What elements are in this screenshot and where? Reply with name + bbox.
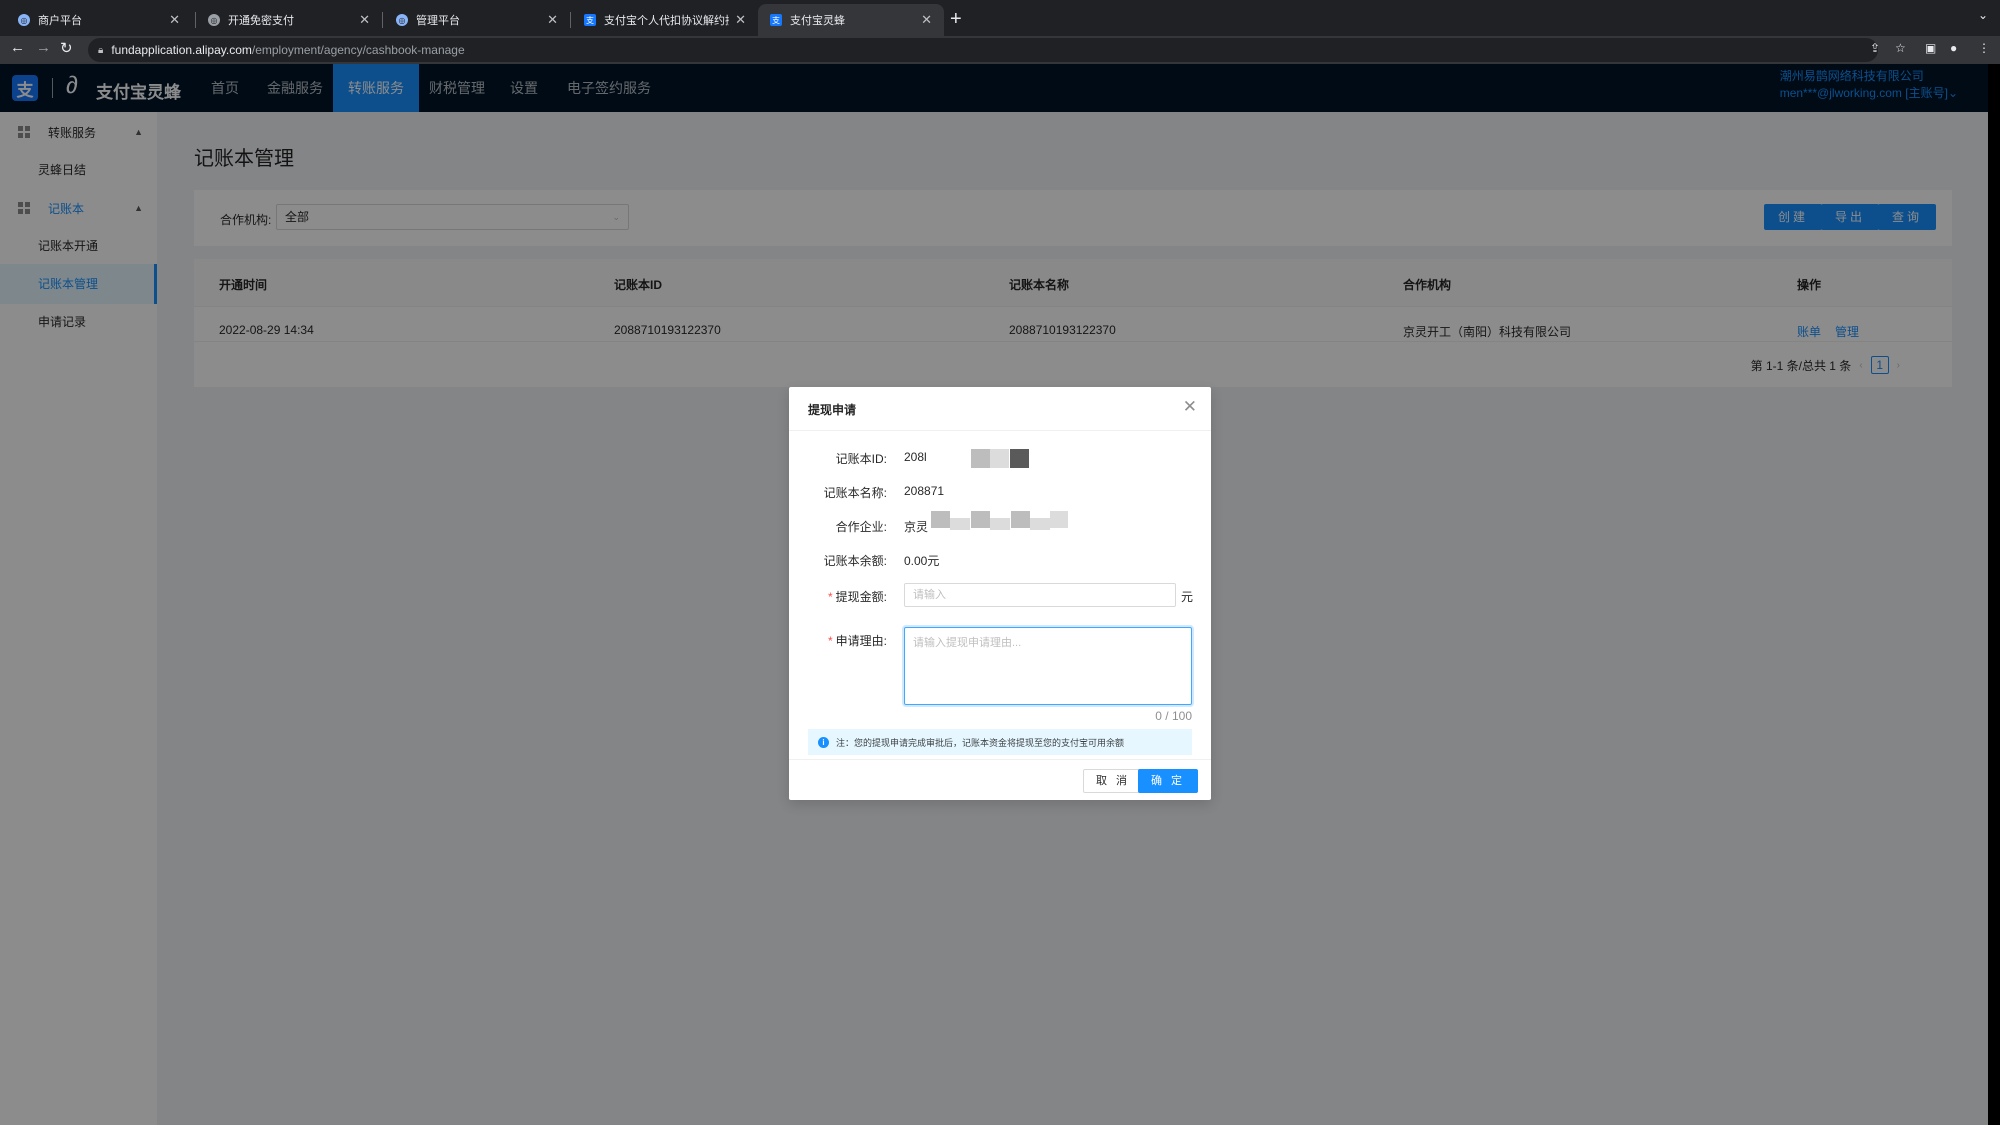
url-path: /employment/agency/cashbook-manage [251, 43, 465, 57]
amount-label: * 提现金额: [827, 590, 887, 604]
app: 支 ∂ 支付宝灵蜂 首页 金融服务 转账服务 财税管理 设置 电子签约服务 潮州… [0, 64, 1988, 1125]
redacted-block [931, 511, 950, 528]
tab-title: 管理平台 [416, 15, 460, 27]
browser-tab-merchant[interactable]: ◎ 商户平台 ✕ [6, 4, 192, 36]
close-icon[interactable]: ✕ [169, 12, 180, 28]
amount-unit: 元 [1181, 590, 1194, 604]
back-icon[interactable]: ← [10, 39, 25, 56]
reload-icon[interactable]: ↻ [60, 39, 73, 57]
modal-footer: 取 消 确 定 [789, 759, 1211, 800]
reason-label-text: 申请理由: [835, 634, 887, 648]
share-icon[interactable]: ⇪ [1870, 41, 1880, 55]
balance-label: 记账本余额: [823, 554, 887, 568]
chevron-down-icon[interactable]: ⌄ [1978, 8, 1988, 22]
browser-toolbar: ← → ↻ 🔒︎ fundapplication.alipay.com /emp… [0, 36, 2000, 64]
redacted-block [990, 449, 1009, 468]
company-value: 京灵 [904, 520, 929, 534]
redacted-block [1050, 511, 1068, 528]
globe-icon: ◎ [18, 14, 30, 26]
redacted-block [1011, 511, 1030, 528]
lock-icon: 🔒︎ [98, 44, 104, 56]
globe-icon: ◎ [396, 14, 408, 26]
withdraw-modal: 提现申请 ✕ 记账本ID: 208l 记账本名称: 208871 合作企业: 京… [789, 387, 1211, 800]
close-icon[interactable]: ✕ [1183, 397, 1197, 417]
more-icon[interactable]: ⋮ [1978, 41, 1990, 55]
reason-textarea[interactable]: 请输入提现申请理由... [904, 627, 1192, 705]
tab-title: 支付宝个人代扣协议解约接口 - 支 [604, 15, 729, 27]
address-bar[interactable]: 🔒︎ fundapplication.alipay.com /employmen… [88, 38, 1878, 62]
close-icon[interactable]: ✕ [921, 12, 932, 28]
amount-label-text: 提现金额: [835, 590, 887, 604]
tab-title: 支付宝灵蜂 [790, 15, 845, 27]
redacted-block [950, 518, 970, 530]
notice-alert: i 注：您的提现申请完成审批后，记账本资金将提现至您的支付宝可用余额 [808, 729, 1192, 755]
reason-label: * 申请理由: [827, 634, 887, 648]
notice-text: 注：您的提现申请完成审批后，记账本资金将提现至您的支付宝可用余额 [836, 737, 1125, 748]
redacted-block [971, 511, 990, 528]
new-tab-icon[interactable]: + [950, 8, 962, 31]
redacted-block [1030, 518, 1050, 530]
cashbook-id-label: 记账本ID: [835, 452, 887, 466]
alipay-icon: 支 [584, 14, 596, 26]
modal-title: 提现申请 [808, 403, 857, 417]
star-icon[interactable]: ☆ [1895, 41, 1906, 55]
info-icon: i [818, 736, 829, 748]
globe-icon: ◎ [208, 14, 220, 26]
redacted-block [971, 449, 990, 468]
cashbook-name-value: 208871 [904, 484, 945, 498]
close-icon[interactable]: ✕ [547, 12, 558, 28]
tab-title: 开通免密支付 [228, 15, 294, 27]
sidepanel-icon[interactable]: ▣ [1925, 41, 1936, 55]
cashbook-id-value: 208l [904, 450, 927, 464]
balance-value: 0.00元 [904, 554, 940, 568]
close-icon[interactable]: ✕ [735, 12, 746, 28]
browser-tab-admin[interactable]: ◎ 管理平台 ✕ [384, 4, 570, 36]
redacted-block [990, 518, 1010, 530]
tab-title: 商户平台 [38, 15, 82, 27]
company-label: 合作企业: [835, 520, 887, 534]
forward-icon[interactable]: → [36, 39, 51, 56]
browser-tab-lingfeng[interactable]: 支 支付宝灵蜂 ✕ [758, 4, 944, 36]
withdraw-amount-input[interactable]: 请输入 [904, 583, 1176, 607]
browser-tabbar: ◎ 商户平台 ✕ ◎ 开通免密支付 ✕ ◎ 管理平台 ✕ 支 支付宝个人代扣协议… [0, 0, 2000, 36]
close-icon[interactable]: ✕ [359, 12, 370, 28]
browser-tab-alipay-docs[interactable]: 支 支付宝个人代扣协议解约接口 - 支 ✕ [572, 4, 758, 36]
browser-tab-open-pay[interactable]: ◎ 开通免密支付 ✕ [196, 4, 382, 36]
cancel-button[interactable]: 取 消 [1082, 769, 1143, 793]
redacted-block [1010, 449, 1029, 468]
reason-char-counter: 0 / 100 [1155, 709, 1192, 723]
alipay-icon: 支 [770, 14, 782, 26]
url-host: fundapplication.alipay.com [111, 43, 252, 57]
confirm-button[interactable]: 确 定 [1137, 769, 1198, 793]
modal-header: 提现申请 ✕ [789, 387, 1211, 431]
cashbook-name-label: 记账本名称: [823, 486, 887, 500]
profile-icon[interactable]: ● [1950, 41, 1957, 55]
